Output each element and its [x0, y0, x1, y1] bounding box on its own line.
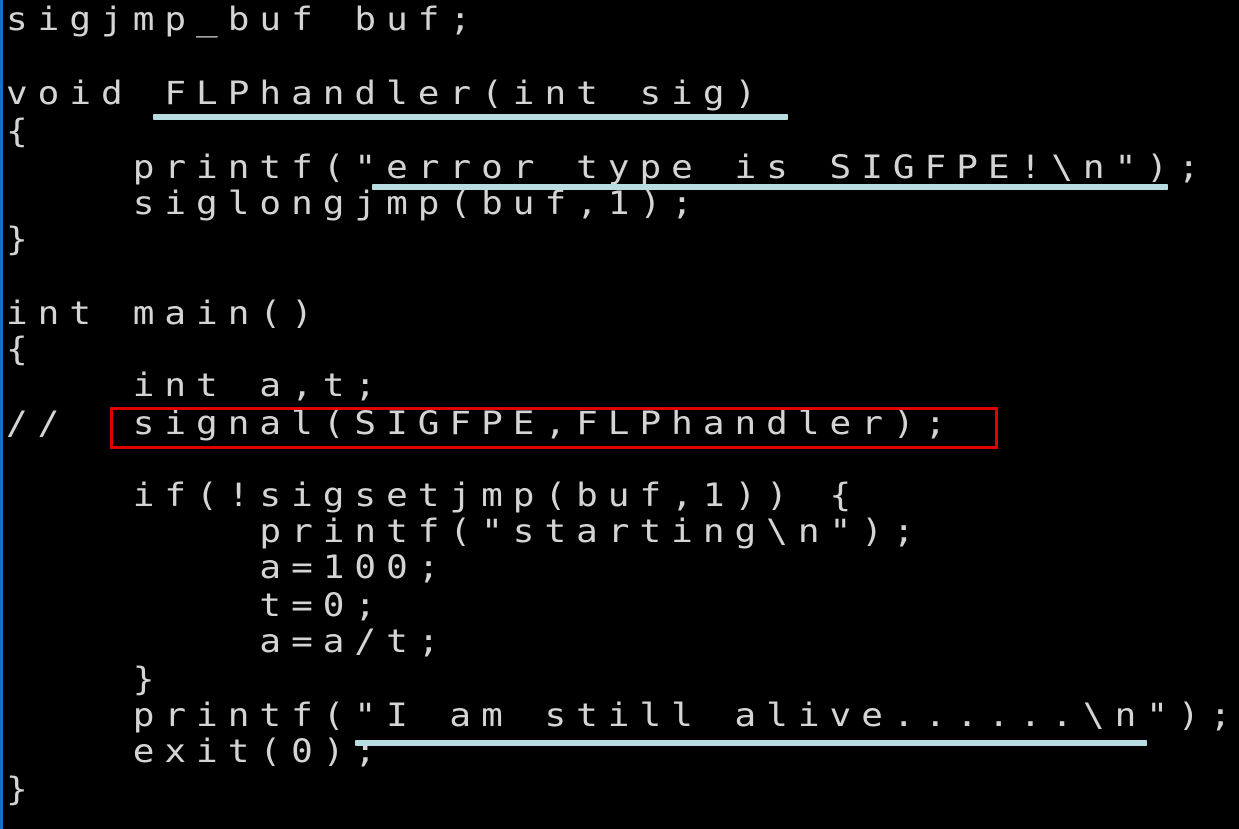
- code-line-7: int main(): [6, 295, 323, 333]
- highlight-box-signal-call: [110, 407, 998, 449]
- code-line-9: int a,t;: [6, 367, 387, 405]
- code-line-3: {: [6, 113, 38, 151]
- code-line-4: printf("error type is SIGFPE!\n");: [6, 149, 1210, 187]
- window-edge: [0, 0, 3, 829]
- code-line-14: t=0;: [6, 587, 387, 625]
- terminal-window: sigjmp_buf buf; void FLPhandler(int sig)…: [0, 0, 1239, 829]
- code-line-17: printf("I am still alive......\n");: [6, 697, 1239, 735]
- code-line-11: if(!sigsetjmp(buf,1)) {: [6, 477, 862, 515]
- code-line-2: void FLPhandler(int sig): [6, 75, 767, 113]
- code-line-1: sigjmp_buf buf;: [6, 1, 482, 39]
- code-line-5: siglongjmp(buf,1);: [6, 185, 703, 223]
- code-line-18: exit(0);: [6, 733, 387, 771]
- code-line-13: a=100;: [6, 549, 450, 587]
- underline-error-message: [372, 184, 1168, 190]
- underline-alive-message: [355, 740, 1147, 746]
- code-line-16: }: [6, 661, 165, 699]
- code-line-6: }: [6, 221, 38, 259]
- code-line-15: a=a/t;: [6, 623, 450, 661]
- code-line-12: printf("starting\n");: [6, 513, 925, 551]
- code-line-8: {: [6, 331, 38, 369]
- code-line-19: }: [6, 771, 38, 809]
- underline-handler-signature: [153, 114, 788, 120]
